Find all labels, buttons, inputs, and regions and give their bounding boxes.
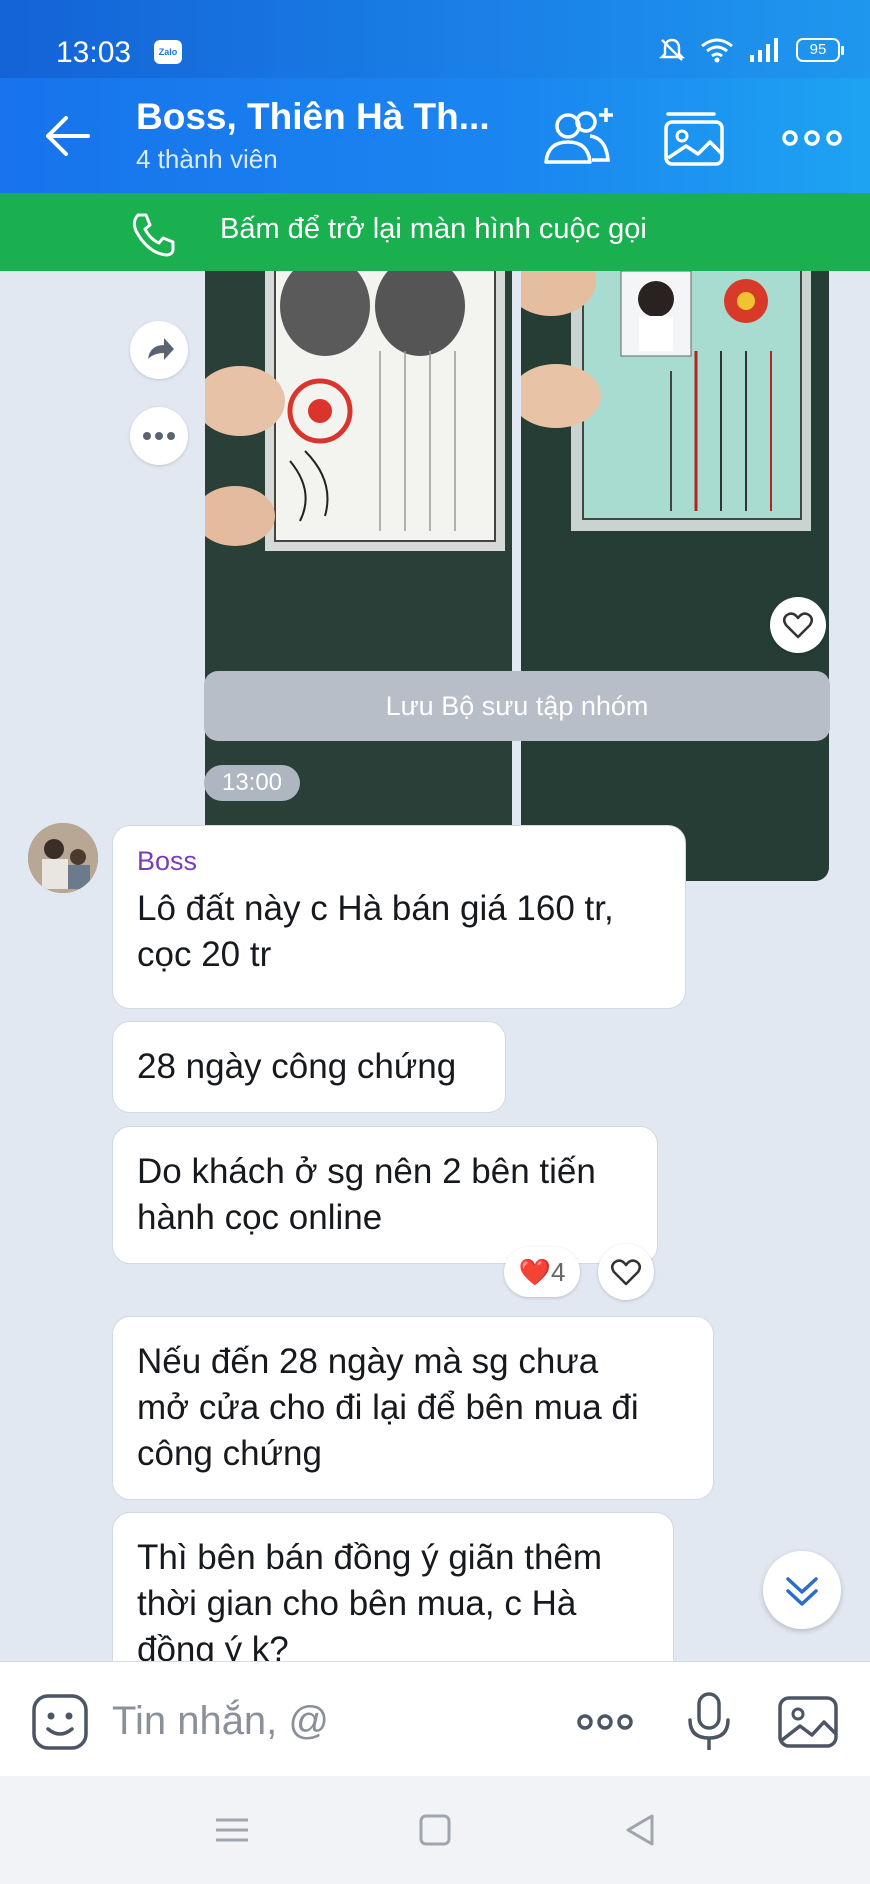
back-triangle-icon[interactable] [618,1810,662,1850]
member-count[interactable]: 4 thành viên [136,144,278,175]
menu-icon[interactable] [210,1810,254,1850]
message-text-line: Nếu đến 28 ngày mà sg chưa [137,1342,599,1381]
return-to-call-banner[interactable]: Bấm để trở lại màn hình cuộc gọi [0,193,870,271]
message-text-line: Do khách ở sg nên 2 bên tiến [137,1152,596,1191]
status-icons: 95 [658,36,844,64]
message-text-line: công chứng [137,1434,322,1473]
more-options-icon[interactable] [572,1692,638,1752]
heart-reaction-icon: ❤️ [518,1257,551,1287]
message-text-line: Thì bên bán đồng ý giãn thêm [137,1538,603,1577]
system-nav-bar [0,1776,870,1884]
message-bubble[interactable]: Thì bên bán đồng ý giãn thêm thời gian c… [112,1512,674,1661]
home-square-icon[interactable] [413,1810,457,1850]
sender-name[interactable]: Boss [137,844,661,878]
phone-icon [132,213,175,257]
reaction-count: 4 [550,1257,566,1287]
scroll-to-bottom-button[interactable] [763,1551,841,1629]
more-icon[interactable] [772,102,852,172]
mute-bell-icon [659,38,685,61]
message-text-line: mở cửa cho đi lại để bên mua đi [137,1388,639,1427]
signal-icon [750,38,778,62]
avatar-image [28,823,98,893]
save-to-group-collection-button[interactable]: Lưu Bộ sưu tập nhóm [204,671,830,741]
forward-button[interactable] [130,321,188,379]
time-divider: 13:00 [204,765,300,801]
heart-outline-icon [611,1259,641,1286]
id-card-front-photo[interactable] [521,271,829,881]
message-text-line: Lô đất này c Hà bán giá 160 tr, [137,889,614,928]
message-options-button[interactable] [130,407,188,465]
call-banner-text: Bấm để trở lại màn hình cuộc gọi [220,213,647,245]
wifi-icon [701,38,733,63]
boss-avatar[interactable] [28,823,98,893]
chat-header: Boss, Thiên Hà Th... 4 thành viên [0,78,870,193]
sticker-icon[interactable] [30,1692,90,1752]
status-time: 13:03 [56,36,132,69]
message-input[interactable] [112,1692,542,1750]
add-member-icon[interactable] [540,102,620,172]
message-bubble[interactable]: Boss Lô đất này c Hà bán giá 160 tr, cọc… [112,825,686,1009]
zalo-notification-icon: Zalo [154,40,182,64]
microphone-icon[interactable] [676,1692,742,1752]
back-arrow-icon[interactable] [40,108,96,164]
status-bar: 13:03 Zalo 95 [0,0,870,78]
gallery-icon[interactable] [656,102,736,172]
heart-outline-icon [783,612,813,639]
message-bubble[interactable]: Do khách ở sg nên 2 bên tiến hành cọc on… [112,1126,658,1264]
image-picker-icon[interactable] [776,1692,842,1752]
message-bubble[interactable]: Nếu đến 28 ngày mà sg chưa mở cửa cho đi… [112,1316,714,1500]
reaction-badge[interactable]: ❤️4 [504,1247,580,1297]
id-card-front-image [521,271,829,881]
message-text-line: đồng ý k? [137,1630,289,1661]
message-like-button[interactable] [598,1244,654,1300]
chat-title[interactable]: Boss, Thiên Hà Th... [136,96,490,138]
battery-icon: 95 [796,38,844,62]
forward-arrow-icon [148,338,174,360]
message-text-line: cọc 20 tr [137,935,272,974]
photo-like-button[interactable] [770,597,826,653]
message-text-line: hành cọc online [137,1198,383,1237]
composer-bar [0,1661,870,1776]
more-dots-icon [143,432,175,440]
message-bubble[interactable]: 28 ngày công chứng [112,1021,506,1113]
message-text-line: thời gian cho bên mua, c Hà [137,1584,577,1623]
message-text: 28 ngày công chứng [137,1047,457,1086]
double-chevron-down-icon [786,1577,818,1606]
message-list[interactable]: Lưu Bộ sưu tập nhóm 13:00 Boss Lô đất nà… [0,271,870,1661]
